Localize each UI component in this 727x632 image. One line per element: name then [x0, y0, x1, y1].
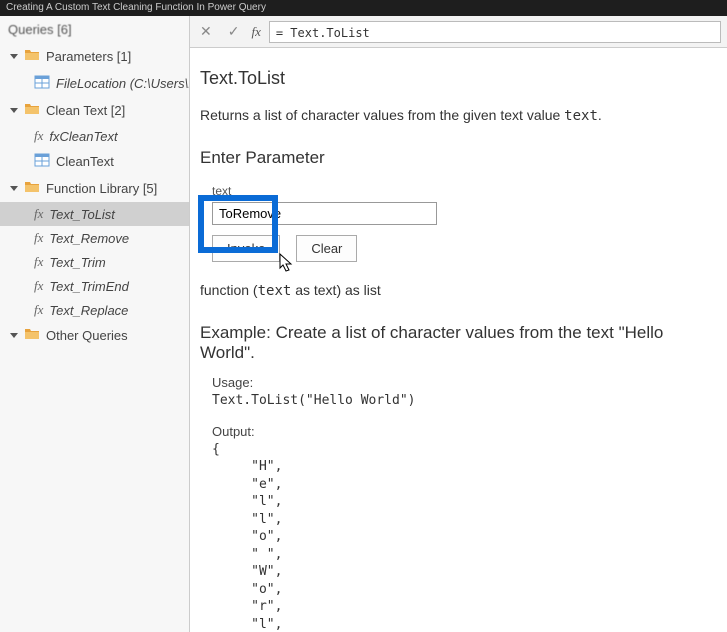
folder-icon: [24, 47, 40, 66]
tree-item[interactable]: fxText_Trim: [0, 250, 189, 274]
fx-icon: fx: [34, 254, 43, 270]
usage-label: Usage:: [212, 375, 709, 390]
tree-item[interactable]: fxText_Remove: [0, 226, 189, 250]
app-title-bar: Creating A Custom Text Cleaning Function…: [0, 0, 727, 16]
tree-item[interactable]: FileLocation (C:\Users\L...: [0, 70, 189, 97]
fx-icon: fx: [34, 302, 43, 318]
function-title: Text.ToList: [200, 68, 709, 89]
clear-button[interactable]: Clear: [296, 235, 357, 262]
invoke-button[interactable]: Invoke: [212, 235, 280, 262]
tree-item[interactable]: fxfxCleanText: [0, 124, 189, 148]
output-code: { "H", "e", "l", "l", "o", " ", "W", "o"…: [212, 441, 709, 632]
fx-icon: fx: [34, 128, 43, 144]
folder-icon: [24, 179, 40, 198]
caret-icon: [10, 333, 18, 338]
queries-header: Queries [6]: [0, 20, 189, 43]
folder-icon: [24, 326, 40, 345]
formula-input[interactable]: = Text.ToList: [269, 21, 721, 43]
function-description: Returns a list of character values from …: [200, 107, 709, 124]
fx-icon: fx: [34, 230, 43, 246]
param-label: text: [212, 184, 709, 198]
caret-icon: [10, 54, 18, 59]
param-input-text[interactable]: [212, 202, 437, 225]
tree-item[interactable]: fxText_ToList: [0, 202, 189, 226]
fx-icon[interactable]: fx: [251, 24, 260, 40]
table-icon: [34, 74, 50, 93]
formula-bar: ✕ ✓ fx = Text.ToList: [190, 16, 727, 48]
tree-item[interactable]: fxText_TrimEnd: [0, 274, 189, 298]
tree-group[interactable]: Other Queries: [0, 322, 189, 349]
queries-pane: Queries [6] Parameters [1]FileLocation (…: [0, 16, 190, 632]
caret-icon: [10, 186, 18, 191]
cancel-formula-icon[interactable]: ✕: [196, 23, 216, 40]
usage-code: Text.ToList("Hello World"): [212, 392, 709, 410]
function-signature: function (text as text) as list: [200, 282, 709, 299]
table-icon: [34, 152, 50, 171]
fx-icon: fx: [34, 206, 43, 222]
queries-tree: Parameters [1]FileLocation (C:\Users\L..…: [0, 43, 189, 349]
folder-icon: [24, 101, 40, 120]
tree-item[interactable]: fxText_Replace: [0, 298, 189, 322]
function-doc: Text.ToList Returns a list of character …: [190, 48, 727, 632]
fx-icon: fx: [34, 278, 43, 294]
tree-group[interactable]: Parameters [1]: [0, 43, 189, 70]
tree-group[interactable]: Function Library [5]: [0, 175, 189, 202]
output-label: Output:: [212, 424, 709, 439]
tree-item[interactable]: CleanText: [0, 148, 189, 175]
main-content: ✕ ✓ fx = Text.ToList Text.ToList Returns…: [190, 16, 727, 632]
enter-parameter-header: Enter Parameter: [200, 148, 709, 168]
example-header: Example: Create a list of character valu…: [200, 323, 709, 363]
tree-group[interactable]: Clean Text [2]: [0, 97, 189, 124]
commit-formula-icon[interactable]: ✓: [224, 23, 244, 40]
caret-icon: [10, 108, 18, 113]
app-title: Creating A Custom Text Cleaning Function…: [6, 2, 266, 13]
